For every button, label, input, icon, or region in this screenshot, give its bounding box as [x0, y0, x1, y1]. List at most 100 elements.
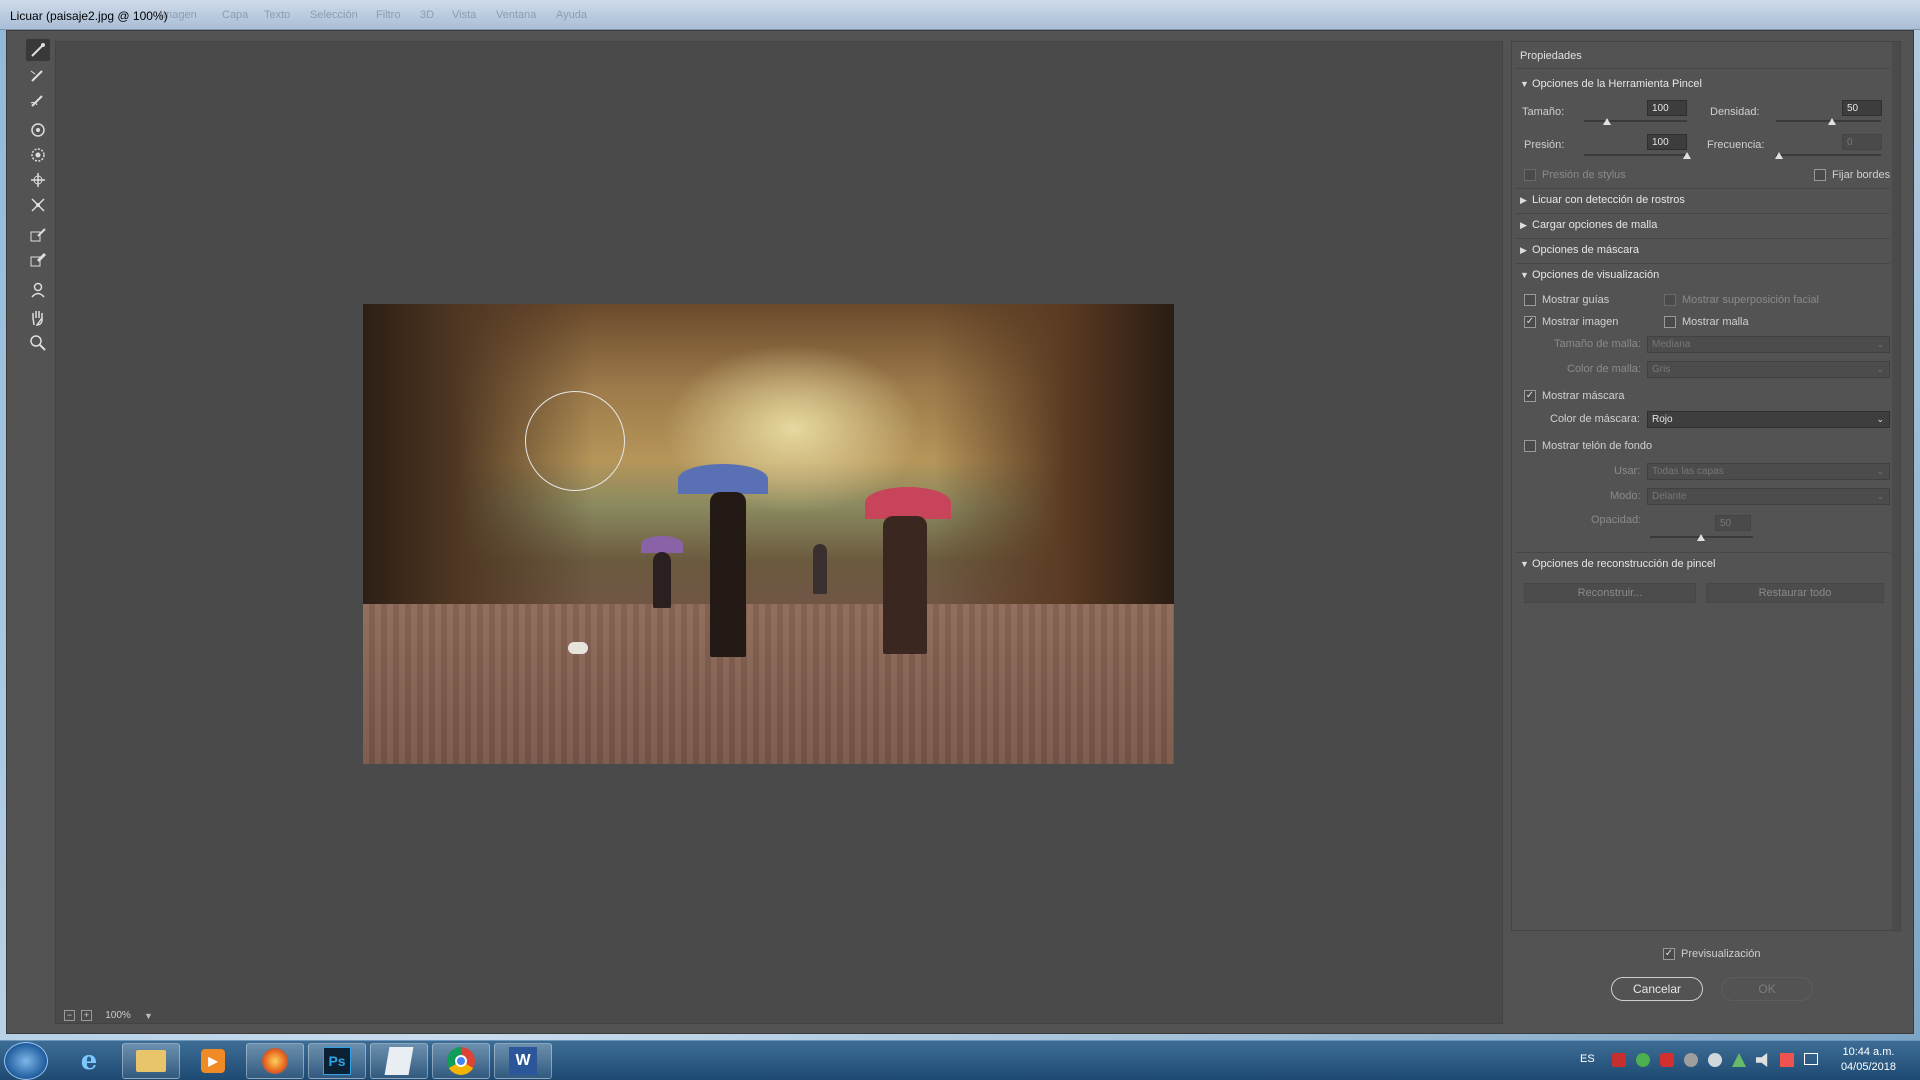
stylus-pressure-checkbox[interactable] [1524, 169, 1536, 181]
view-options-section[interactable]: ▼ Opciones de visualización [1520, 269, 1659, 281]
zoom-in-button[interactable]: + [81, 1010, 92, 1021]
push-left-icon [31, 198, 45, 212]
smooth-icon [30, 95, 43, 107]
zoom-tool[interactable] [26, 332, 50, 354]
chrome-icon[interactable] [432, 1043, 490, 1079]
size-slider-thumb[interactable] [1603, 118, 1611, 125]
drive-icon[interactable] [1684, 1053, 1698, 1067]
panel-scrollbar[interactable] [1892, 42, 1900, 932]
liquify-toolbar [19, 39, 57, 1024]
zoom-out-button[interactable]: − [64, 1010, 75, 1021]
freeze-mask-tool[interactable] [26, 224, 50, 246]
face-tool[interactable] [26, 279, 50, 301]
pucker-tool[interactable] [26, 144, 50, 166]
rate-input[interactable]: 0 [1842, 134, 1882, 150]
forward-warp-tool[interactable] [26, 39, 50, 61]
smooth-tool[interactable] [26, 89, 50, 111]
word-icon[interactable]: W [494, 1043, 552, 1079]
action-center-icon[interactable] [1780, 1053, 1794, 1067]
window-title-bar: Licuar (paisaje2.jpg @ 100%) Imagen Capa… [0, 0, 1920, 30]
mesh-size-label: Tamaño de malla: [1554, 338, 1641, 350]
pin-edges-checkbox[interactable] [1814, 169, 1826, 181]
density-input[interactable]: 50 [1842, 100, 1882, 116]
rate-slider-thumb[interactable] [1775, 152, 1783, 159]
pressure-input[interactable]: 100 [1647, 134, 1687, 150]
mesh-size-select[interactable]: Mediana ⌄ [1647, 336, 1890, 353]
opacity-slider-thumb[interactable] [1697, 534, 1705, 541]
face-icon [31, 282, 45, 298]
size-slider[interactable] [1584, 120, 1687, 122]
stylus-pressure-label: Presión de stylus [1542, 169, 1626, 181]
system-clock[interactable]: 10:44 a.m. 04/05/2018 [1841, 1045, 1896, 1075]
menu-ghost-ventana: Ventana [496, 9, 537, 21]
menu-ghost-imagen: Imagen [160, 9, 197, 21]
notes-icon[interactable] [370, 1043, 428, 1079]
cancel-button[interactable]: Cancelar [1611, 977, 1703, 1001]
triangle-right-icon: ▶ [1520, 195, 1527, 205]
chevron-down-icon[interactable]: ▼ [144, 1011, 153, 1021]
density-slider-thumb[interactable] [1828, 118, 1836, 125]
show-backdrop-checkbox[interactable] [1524, 440, 1536, 452]
pressure-slider[interactable] [1584, 154, 1687, 156]
sync-icon[interactable] [1636, 1053, 1650, 1067]
zoom-level[interactable]: 100% [98, 1010, 138, 1021]
antivirus-icon[interactable] [1660, 1053, 1674, 1067]
show-desktop-icon[interactable] [1804, 1053, 1818, 1065]
restore-all-button[interactable]: Restaurar todo [1706, 583, 1884, 603]
pin-edges-label: Fijar bordes [1832, 169, 1891, 181]
mask-options-section[interactable]: ▶ Opciones de máscara [1520, 244, 1639, 256]
twirl-icon [31, 123, 45, 137]
mail-icon[interactable] [1612, 1053, 1626, 1067]
mesh-color-select[interactable]: Gris ⌄ [1647, 361, 1890, 378]
opacity-label: Opacidad: [1591, 514, 1642, 526]
bloat-tool[interactable] [26, 169, 50, 191]
mode-select[interactable]: Delante ⌄ [1647, 488, 1890, 505]
network-icon[interactable] [1708, 1053, 1722, 1067]
preview-checkbox[interactable]: ✓ [1663, 948, 1675, 960]
show-face-overlay-checkbox[interactable] [1664, 294, 1676, 306]
show-mesh-checkbox[interactable] [1664, 316, 1676, 328]
push-left-tool[interactable] [26, 194, 50, 216]
menu-ghost-seleccion: Selección [310, 9, 358, 21]
photoshop-icon[interactable]: Ps [308, 1043, 366, 1079]
rate-slider[interactable] [1776, 154, 1881, 156]
reconstruct-tool[interactable] [26, 64, 50, 86]
file-explorer-icon[interactable] [122, 1043, 180, 1079]
reconstruct-button[interactable]: Reconstruir... [1524, 583, 1696, 603]
freeze-mask-icon [30, 228, 46, 242]
show-image-checkbox[interactable]: ✓ [1524, 316, 1536, 328]
use-select[interactable]: Todas las capas ⌄ [1647, 463, 1890, 480]
mesh-options-section[interactable]: ▶ Cargar opciones de malla [1520, 219, 1657, 231]
canvas-area[interactable]: − + 100% ▼ [55, 41, 1503, 1024]
preview-image[interactable] [363, 304, 1174, 764]
show-guides-label: Mostrar guías [1542, 294, 1610, 306]
pressure-slider-thumb[interactable] [1683, 152, 1691, 159]
size-input[interactable]: 100 [1647, 100, 1687, 116]
menu-ghost-filtro: Filtro [376, 9, 401, 21]
face-aware-section[interactable]: ▶ Licuar con detección de rostros [1520, 194, 1685, 206]
show-mask-checkbox[interactable]: ✓ [1524, 390, 1536, 402]
volume-icon[interactable] [1756, 1053, 1768, 1067]
triangle-right-icon: ▶ [1520, 245, 1527, 255]
clock-time: 10:44 a.m. [1842, 1046, 1895, 1058]
reconstruct-options-section[interactable]: ▼ Opciones de reconstrucción de pincel [1520, 558, 1715, 570]
reconstruct-icon [30, 70, 43, 82]
mask-color-select[interactable]: Rojo ⌄ [1647, 411, 1890, 428]
hand-tool[interactable] [26, 307, 50, 329]
brush-options-section[interactable]: ▼ Opciones de la Herramienta Pincel [1520, 78, 1702, 90]
language-indicator[interactable]: ES [1580, 1053, 1595, 1065]
opacity-input[interactable]: 50 [1715, 515, 1751, 531]
thaw-mask-tool[interactable] [26, 249, 50, 271]
update-icon[interactable] [1732, 1053, 1746, 1067]
twirl-clockwise-tool[interactable] [26, 119, 50, 141]
start-button[interactable] [4, 1042, 48, 1080]
ok-button[interactable]: OK [1721, 977, 1813, 1001]
mode-label: Modo: [1610, 490, 1641, 502]
media-player-icon[interactable]: ▶ [184, 1043, 242, 1079]
show-guides-checkbox[interactable] [1524, 294, 1536, 306]
firefox-icon[interactable] [246, 1043, 304, 1079]
internet-explorer-icon[interactable]: e [60, 1043, 118, 1079]
chevron-down-icon: ⌄ [1876, 339, 1884, 349]
density-label: Densidad: [1710, 106, 1760, 118]
triangle-right-icon: ▶ [1520, 220, 1527, 230]
